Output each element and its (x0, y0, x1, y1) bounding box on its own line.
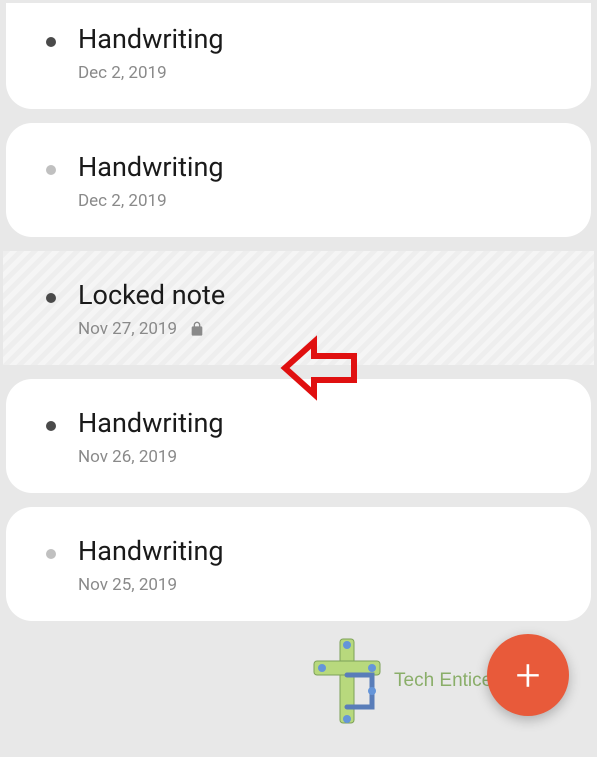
note-item[interactable]: Handwriting Nov 26, 2019 (6, 379, 591, 493)
note-title: Handwriting (78, 23, 556, 55)
note-item[interactable]: Handwriting Nov 25, 2019 (6, 507, 591, 621)
note-item[interactable]: Handwriting Dec 2, 2019 (6, 3, 591, 109)
note-meta: Dec 2, 2019 (78, 191, 556, 211)
note-content: Handwriting Nov 25, 2019 (78, 535, 556, 595)
note-item[interactable]: Handwriting Dec 2, 2019 (6, 123, 591, 237)
note-title: Handwriting (78, 407, 556, 439)
note-meta: Nov 25, 2019 (78, 575, 556, 595)
watermark-text: Tech Entice (394, 670, 492, 692)
note-date: Nov 27, 2019 (78, 319, 177, 339)
note-title: Handwriting (78, 535, 556, 567)
note-date: Dec 2, 2019 (78, 63, 167, 83)
bullet-icon (46, 549, 56, 559)
note-title: Locked note (78, 279, 559, 311)
note-title: Handwriting (78, 151, 556, 183)
note-meta: Nov 26, 2019 (78, 447, 556, 467)
note-meta: Nov 27, 2019 (78, 319, 559, 339)
note-content: Handwriting Dec 2, 2019 (78, 23, 556, 83)
bullet-icon (46, 421, 56, 431)
bullet-icon (46, 37, 56, 47)
lock-icon (189, 320, 205, 338)
note-item[interactable]: Locked note Nov 27, 2019 (3, 251, 594, 365)
note-content: Handwriting Dec 2, 2019 (78, 151, 556, 211)
bullet-icon (46, 165, 56, 175)
plus-icon: + (516, 653, 541, 697)
note-content: Locked note Nov 27, 2019 (78, 279, 559, 339)
note-content: Handwriting Nov 26, 2019 (78, 407, 556, 467)
add-note-button[interactable]: + (487, 634, 569, 716)
note-date: Nov 26, 2019 (78, 447, 177, 467)
watermark: Tech Entice (308, 635, 492, 727)
notes-list: Handwriting Dec 2, 2019 Handwriting Dec 2, … (0, 0, 597, 631)
note-date: Nov 25, 2019 (78, 575, 177, 595)
note-meta: Dec 2, 2019 (78, 63, 556, 83)
bullet-icon (46, 293, 56, 303)
note-date: Dec 2, 2019 (78, 191, 167, 211)
